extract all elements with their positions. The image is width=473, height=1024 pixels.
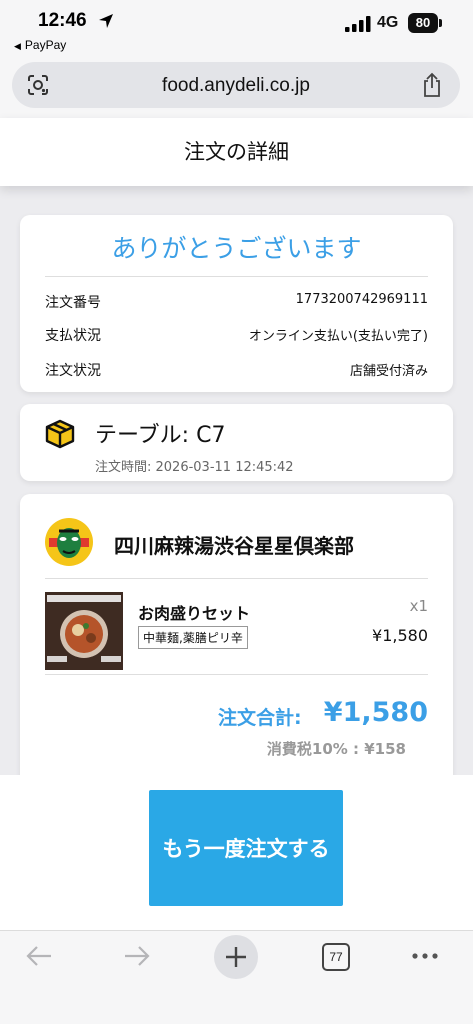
browser-address-area: food.anydeli.co.jp	[0, 56, 473, 118]
battery-tip	[439, 19, 442, 27]
store-name: 四川麻辣湯渋谷星星倶楽部	[114, 534, 354, 558]
battery-level: 80	[408, 13, 438, 33]
thanks-title: ありがとうございます	[111, 234, 362, 263]
browser-toolbar: 77	[0, 930, 473, 1024]
package-box-icon	[45, 419, 75, 449]
action-bar: もう一度注文する	[0, 775, 473, 930]
page-title: 注文の詳細	[184, 140, 289, 164]
item-options: 中華麺,薬膳ピリ辛	[138, 626, 248, 649]
more-options-icon[interactable]	[410, 941, 440, 971]
order-items-card: 四川麻辣湯渋谷星星倶楽部 お肉盛りセット 中華麺,薬膳ピリ辛 x1 ¥1,580…	[20, 494, 453, 814]
status-time: 12:46	[38, 10, 87, 31]
table-label: テーブル: C7	[95, 423, 226, 448]
opera-mask-icon	[47, 520, 91, 564]
table-card: テーブル: C7 注文時間: 2026-03-11 12:45:42	[20, 404, 453, 481]
order-number-row: 注文番号 1773200742969111	[45, 292, 428, 312]
tab-switcher-button[interactable]: 77	[322, 943, 350, 971]
item-quantity: x1	[409, 597, 428, 615]
order-time: 注文時間: 2026-03-11 12:45:42	[95, 460, 294, 475]
payment-status-label: 支払状況	[45, 328, 101, 344]
plus-icon	[226, 947, 246, 967]
page-header: 注文の詳細	[0, 118, 473, 186]
share-icon[interactable]	[420, 72, 444, 98]
payment-status-value: オンライン支払い(支払い完了)	[248, 329, 428, 344]
order-total-label: 注文合計:	[218, 707, 302, 729]
store-logo	[45, 518, 93, 566]
divider	[45, 674, 428, 675]
order-total-value: ¥1,580	[323, 697, 428, 728]
order-number-value: 1773200742969111	[295, 292, 428, 307]
order-status-value: 店舗受付済み	[349, 364, 428, 379]
order-number-label: 注文番号	[45, 295, 101, 311]
address-bar[interactable]: food.anydeli.co.jp	[12, 62, 460, 108]
cellular-signal-icon	[345, 16, 371, 32]
back-arrow-icon[interactable]	[24, 941, 54, 971]
tax-amount: 消費税10% : ¥158	[266, 740, 406, 758]
reorder-button[interactable]: もう一度注文する	[149, 790, 343, 906]
payment-status-row: 支払状況 オンライン支払い(支払い完了)	[45, 325, 428, 345]
back-app-label: PayPay	[24, 38, 67, 52]
order-summary-card: ありがとうございます 注文番号 1773200742969111 支払状況 オン…	[20, 215, 453, 392]
divider	[45, 578, 428, 579]
order-status-label: 注文状況	[45, 363, 101, 379]
forward-arrow-icon[interactable]	[122, 941, 152, 971]
item-name: お肉盛りセット	[138, 604, 251, 623]
divider	[45, 276, 428, 277]
status-bar: 12:46 ◀ PayPay 4G 80	[0, 0, 473, 56]
item-photo	[45, 592, 123, 670]
network-type: 4G	[377, 14, 399, 31]
order-status-row: 注文状況 店舗受付済み	[45, 360, 428, 380]
back-to-app-link[interactable]: ◀ PayPay	[14, 38, 66, 52]
new-tab-button[interactable]	[214, 935, 258, 979]
location-arrow-icon	[99, 14, 113, 28]
item-price: ¥1,580	[372, 626, 428, 645]
url-text[interactable]: food.anydeli.co.jp	[12, 75, 460, 97]
